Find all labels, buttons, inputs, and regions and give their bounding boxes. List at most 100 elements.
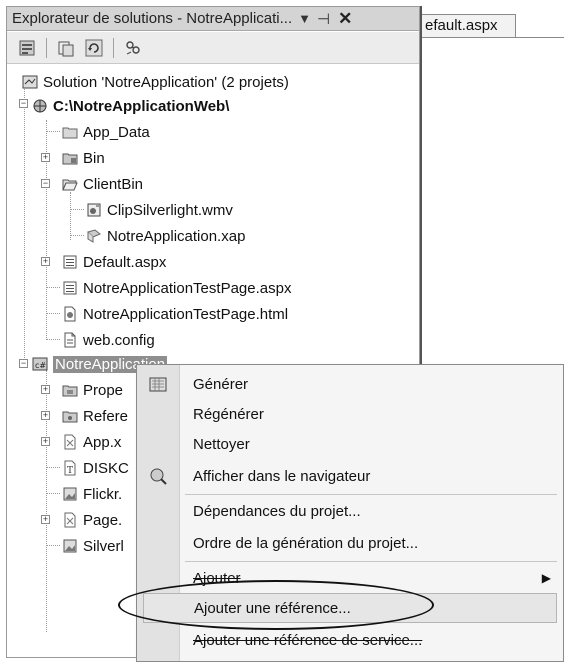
tree-item-app-xaml[interactable]: App.x xyxy=(62,430,121,454)
menu-item-afficher-navigateur[interactable]: Afficher dans le navigateur xyxy=(137,461,563,491)
tree-item-page-xaml[interactable]: Page. xyxy=(62,508,122,532)
collapse-toggle[interactable]: − xyxy=(19,359,28,368)
menu-separator xyxy=(185,494,557,495)
tree-connector xyxy=(70,235,84,236)
tree-item-disk[interactable]: T DISKC xyxy=(62,456,129,480)
auto-hide-pin-icon[interactable]: ⊣ xyxy=(317,10,330,28)
tree-item-bin[interactable]: Bin xyxy=(62,146,105,170)
tree-connector xyxy=(46,339,60,340)
tree-item-test-aspx[interactable]: NotreApplicationTestPage.aspx xyxy=(62,276,291,300)
tree-item-web-config[interactable]: web.config xyxy=(62,328,155,352)
collapse-toggle[interactable]: − xyxy=(19,99,28,108)
properties-icon[interactable] xyxy=(15,37,39,59)
csharp-project-icon: c# xyxy=(32,356,48,372)
tree-label: Page. xyxy=(83,511,123,529)
expand-toggle[interactable]: + xyxy=(41,257,50,266)
open-folder-icon xyxy=(62,176,78,192)
menu-item-generer[interactable]: Générer xyxy=(137,369,563,399)
html-file-icon xyxy=(62,306,78,322)
menu-item-label: Nettoyer xyxy=(193,435,250,453)
tree-label: web.config xyxy=(83,331,155,349)
tree-label: DISKC xyxy=(83,459,129,477)
image-file-icon xyxy=(62,486,78,502)
menu-separator xyxy=(185,561,557,562)
tree-connector xyxy=(46,545,60,546)
close-icon[interactable]: ✕ xyxy=(338,9,352,29)
build-icon xyxy=(149,375,167,393)
tree-connector xyxy=(46,467,60,468)
media-file-icon xyxy=(86,202,102,218)
show-all-files-icon[interactable] xyxy=(54,37,78,59)
tree-label: NotreApplicationTestPage.html xyxy=(83,305,289,323)
xap-file-icon xyxy=(86,228,102,244)
tree-label: Prope xyxy=(83,381,124,399)
tree-item-default-aspx[interactable]: Default.aspx xyxy=(62,250,166,274)
tree-item-test-html[interactable]: NotreApplicationTestPage.html xyxy=(62,302,288,326)
tree-item-silverlight[interactable]: Silverl xyxy=(62,534,124,558)
tab-default-aspx[interactable]: efault.aspx xyxy=(422,14,516,38)
menu-item-ajouter-reference[interactable]: Ajouter une référence... xyxy=(143,593,557,623)
tree-connector xyxy=(46,131,60,132)
panel-title: Explorateur de solutions - NotreApplicat… xyxy=(12,10,293,27)
menu-item-ajouter-reference-service[interactable]: Ajouter une référence de service... xyxy=(137,625,563,655)
tree-item-properties[interactable]: Prope xyxy=(62,378,123,402)
tree-item-xap[interactable]: NotreApplication.xap xyxy=(86,224,245,248)
panel-titlebar: Explorateur de solutions - NotreApplicat… xyxy=(7,7,419,31)
browser-icon xyxy=(149,467,167,485)
menu-item-regenerer[interactable]: Régénérer xyxy=(137,399,563,429)
tab-strip-border xyxy=(422,37,564,38)
aspx-file-icon xyxy=(62,280,78,296)
svg-text:T: T xyxy=(67,466,73,476)
tree-item-references[interactable]: Refere xyxy=(62,404,128,428)
tree-label: Refere xyxy=(83,407,129,425)
tree-connector xyxy=(24,86,25,360)
menu-item-ordre-generation[interactable]: Ordre de la génération du projet... xyxy=(137,528,563,558)
tree-label: C:\NotreApplicationWeb\ xyxy=(53,97,230,115)
menu-item-label: Ajouter une référence de service... xyxy=(193,631,423,649)
tree-item-app-data[interactable]: App_Data xyxy=(62,120,150,144)
tree-label: ClipSilverlight.wmv xyxy=(107,201,233,219)
tree-connector xyxy=(46,493,60,494)
tree-item-wmv[interactable]: ClipSilverlight.wmv xyxy=(86,198,233,222)
toolbar-separator xyxy=(46,37,47,58)
collapse-toggle[interactable]: − xyxy=(41,179,50,188)
web-project-icon xyxy=(32,98,48,114)
tree-label: NotreApplication.xap xyxy=(107,227,246,245)
tree-label: Flickr. xyxy=(83,485,123,503)
expand-toggle[interactable]: + xyxy=(41,153,50,162)
expand-toggle[interactable]: + xyxy=(41,411,50,420)
menu-item-nettoyer[interactable]: Nettoyer xyxy=(137,429,563,459)
toolbar-separator xyxy=(113,37,114,58)
tree-label: Solution 'NotreApplication' (2 projets) xyxy=(43,73,289,91)
tree-item-solution[interactable]: Solution 'NotreApplication' (2 projets) xyxy=(22,70,289,94)
menu-item-label: Générer xyxy=(193,375,249,393)
refresh-icon[interactable] xyxy=(82,37,106,59)
tree-item-flickr[interactable]: Flickr. xyxy=(62,482,122,506)
tree-item-web-project[interactable]: C:\NotreApplicationWeb\ xyxy=(32,94,229,118)
tree-connector xyxy=(46,287,60,288)
menu-item-dependances[interactable]: Dépendances du projet... xyxy=(137,496,563,526)
menu-item-label: Régénérer xyxy=(193,405,264,423)
expand-toggle[interactable]: + xyxy=(41,437,50,446)
view-class-diagram-icon[interactable] xyxy=(121,37,145,59)
folder-icon xyxy=(62,124,78,140)
menu-item-label: Afficher dans le navigateur xyxy=(193,467,371,485)
expand-toggle[interactable]: + xyxy=(41,385,50,394)
tree-label: Default.aspx xyxy=(83,253,167,271)
tree-connector xyxy=(46,313,60,314)
references-folder-icon xyxy=(62,408,78,424)
tree-label: Bin xyxy=(83,149,105,167)
window-position-dropdown[interactable]: ▼ xyxy=(298,11,311,26)
tree-connector xyxy=(70,209,84,210)
xaml-file-icon xyxy=(62,512,78,528)
config-file-icon xyxy=(62,332,78,348)
expand-toggle[interactable]: + xyxy=(41,515,50,524)
solution-icon xyxy=(22,74,38,90)
context-menu: Générer Régénérer Nettoyer Afficher dans… xyxy=(136,364,564,662)
panel-toolbar xyxy=(7,32,419,64)
menu-item-label: Ordre de la génération du projet... xyxy=(193,534,419,552)
menu-item-ajouter[interactable]: Ajouter ▶ xyxy=(137,563,563,593)
tree-label: App_Data xyxy=(83,123,150,141)
image-file-icon xyxy=(62,538,78,554)
tree-item-clientbin[interactable]: ClientBin xyxy=(62,172,143,196)
